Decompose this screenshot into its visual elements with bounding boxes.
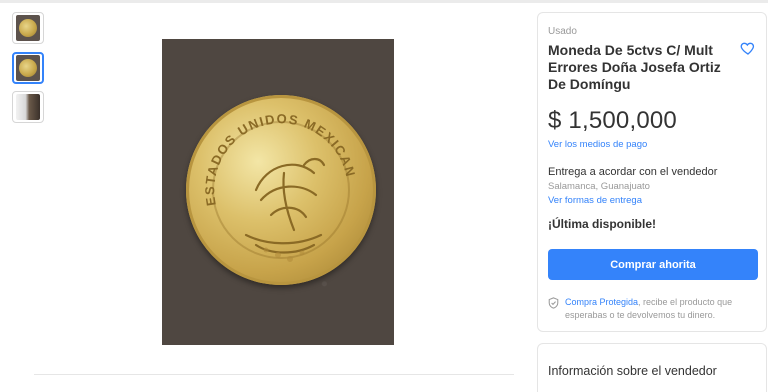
seller-info-title: Información sobre el vendedor — [548, 364, 717, 378]
delivery-info: Entrega a acordar con el vendedor — [548, 166, 718, 178]
coin-image: ESTADOS UNIDOS MEXICANOS — [186, 95, 376, 285]
delivery-options-link[interactable]: Ver formas de entrega — [548, 195, 642, 206]
buy-box: Usado Moneda De 5ctvs C/ Mult Errores Do… — [537, 12, 767, 332]
buy-now-button[interactable]: Comprar ahorita — [548, 249, 758, 280]
seller-info-box: Información sobre el vendedor — [537, 343, 767, 392]
heart-icon[interactable] — [740, 40, 756, 56]
protected-purchase-link[interactable]: Compra Protegida — [565, 297, 638, 307]
shield-icon — [548, 297, 559, 309]
product-title: Moneda De 5ctvs C/ Mult Errores Doña Jos… — [548, 42, 721, 92]
section-divider — [34, 374, 514, 375]
coin-eagle-thumb-image — [16, 55, 40, 81]
payment-methods-link[interactable]: Ver los medios de pago — [548, 139, 647, 150]
header-bottom-border — [0, 0, 768, 3]
product-price: $ 1,500,000 — [548, 107, 677, 134]
product-page: ESTADOS UNIDOS MEXICANOS — [0, 0, 768, 392]
stock-status: ¡Última disponible! — [548, 217, 656, 231]
item-condition: Usado — [548, 26, 577, 37]
thumbnail-3[interactable] — [12, 91, 44, 123]
coin-front-thumb-image — [16, 15, 40, 41]
purchase-protection-text: Compra Protegida, recibe el producto que… — [565, 296, 761, 322]
seller-location: Salamanca, Guanajuato — [548, 181, 650, 192]
thumbnail-1[interactable] — [12, 12, 44, 44]
coin-side-thumb-image — [16, 94, 40, 120]
coin-engraving: ESTADOS UNIDOS MEXICANOS — [186, 95, 357, 262]
main-product-photo[interactable]: ESTADOS UNIDOS MEXICANOS — [162, 39, 394, 345]
thumbnail-2[interactable] — [12, 52, 44, 84]
